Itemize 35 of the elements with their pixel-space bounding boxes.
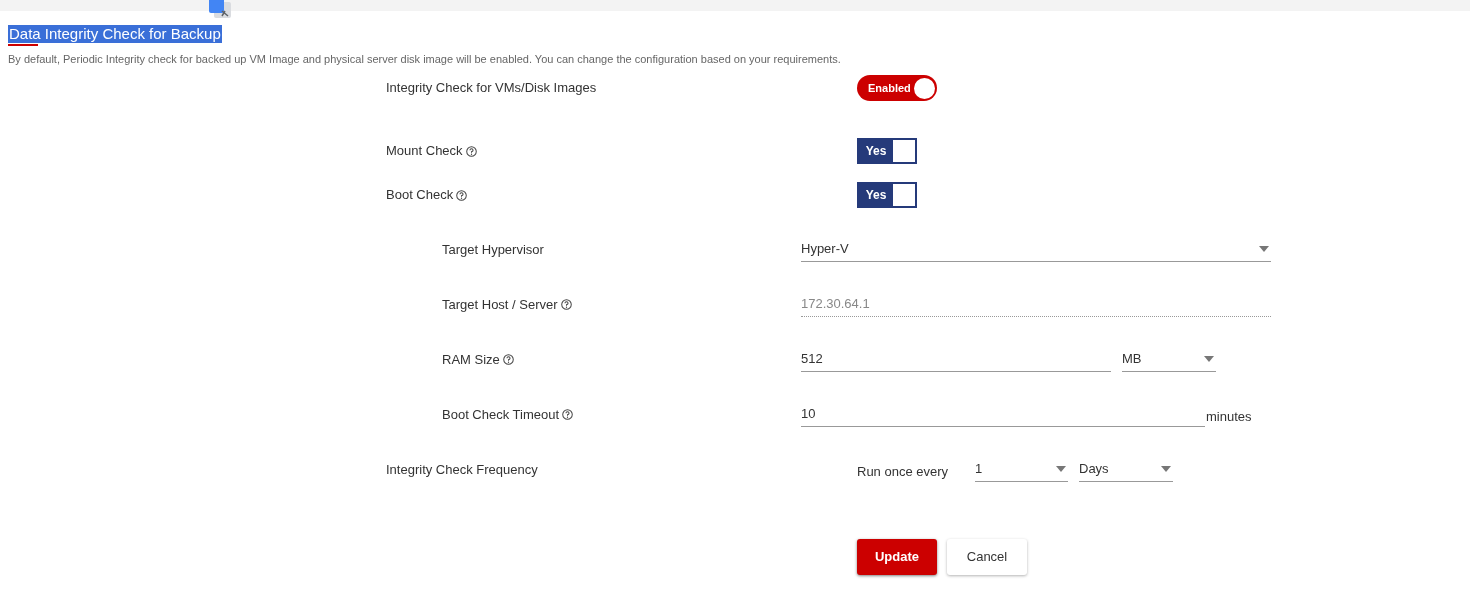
setting-label: RAM Size (442, 350, 500, 369)
setting-label: Target Hypervisor (442, 240, 544, 259)
setting-label: Mount Check (386, 142, 463, 161)
toggle-switch[interactable]: Yes (857, 182, 917, 208)
dropdown[interactable]: Hyper-V (801, 237, 1271, 262)
help-icon[interactable] (465, 145, 477, 157)
dropdown[interactable]: MB (1122, 347, 1216, 372)
toggle-switch[interactable]: Enabled (857, 75, 937, 101)
title-underline (8, 44, 38, 46)
cancel-button[interactable]: Cancel (947, 539, 1027, 575)
dropdown[interactable]: 1 (975, 457, 1068, 482)
help-icon[interactable] (502, 354, 514, 365)
field-label: Run once every (857, 462, 950, 481)
description-text: By default, Periodic Integrity check for backed up VM Image and physical server disk image will be enabled. You can change the configuration based on your requirements. (8, 52, 842, 66)
section-title: Data Integrity Check for Backup (8, 25, 222, 43)
setting-label: Integrity Check for VMs/Disk Images (386, 79, 597, 98)
update-button[interactable]: Update (857, 539, 937, 575)
caret-icon (1056, 466, 1066, 472)
caret-icon (1259, 246, 1269, 252)
input-field: 172.30.64.1 (801, 292, 1271, 317)
setting-label: Target Host / Server (442, 295, 558, 314)
input-field[interactable]: 512 (801, 347, 1111, 372)
help-icon[interactable] (562, 409, 574, 420)
caret-icon (1161, 466, 1171, 472)
caret-icon (1204, 356, 1214, 362)
setting-label: Boot Check Timeout (442, 405, 560, 424)
setting-label: Integrity Check Frequency (386, 460, 538, 479)
unit-label: minutes (1206, 407, 1252, 426)
toggle-switch[interactable]: Yes (857, 138, 917, 164)
translate-icon[interactable] (208, 0, 232, 19)
input-field[interactable]: 10 (801, 402, 1205, 427)
setting-label: Boot Check (386, 186, 454, 205)
dropdown[interactable]: Days (1079, 457, 1173, 482)
help-icon[interactable] (456, 189, 468, 201)
help-icon[interactable] (560, 299, 572, 310)
